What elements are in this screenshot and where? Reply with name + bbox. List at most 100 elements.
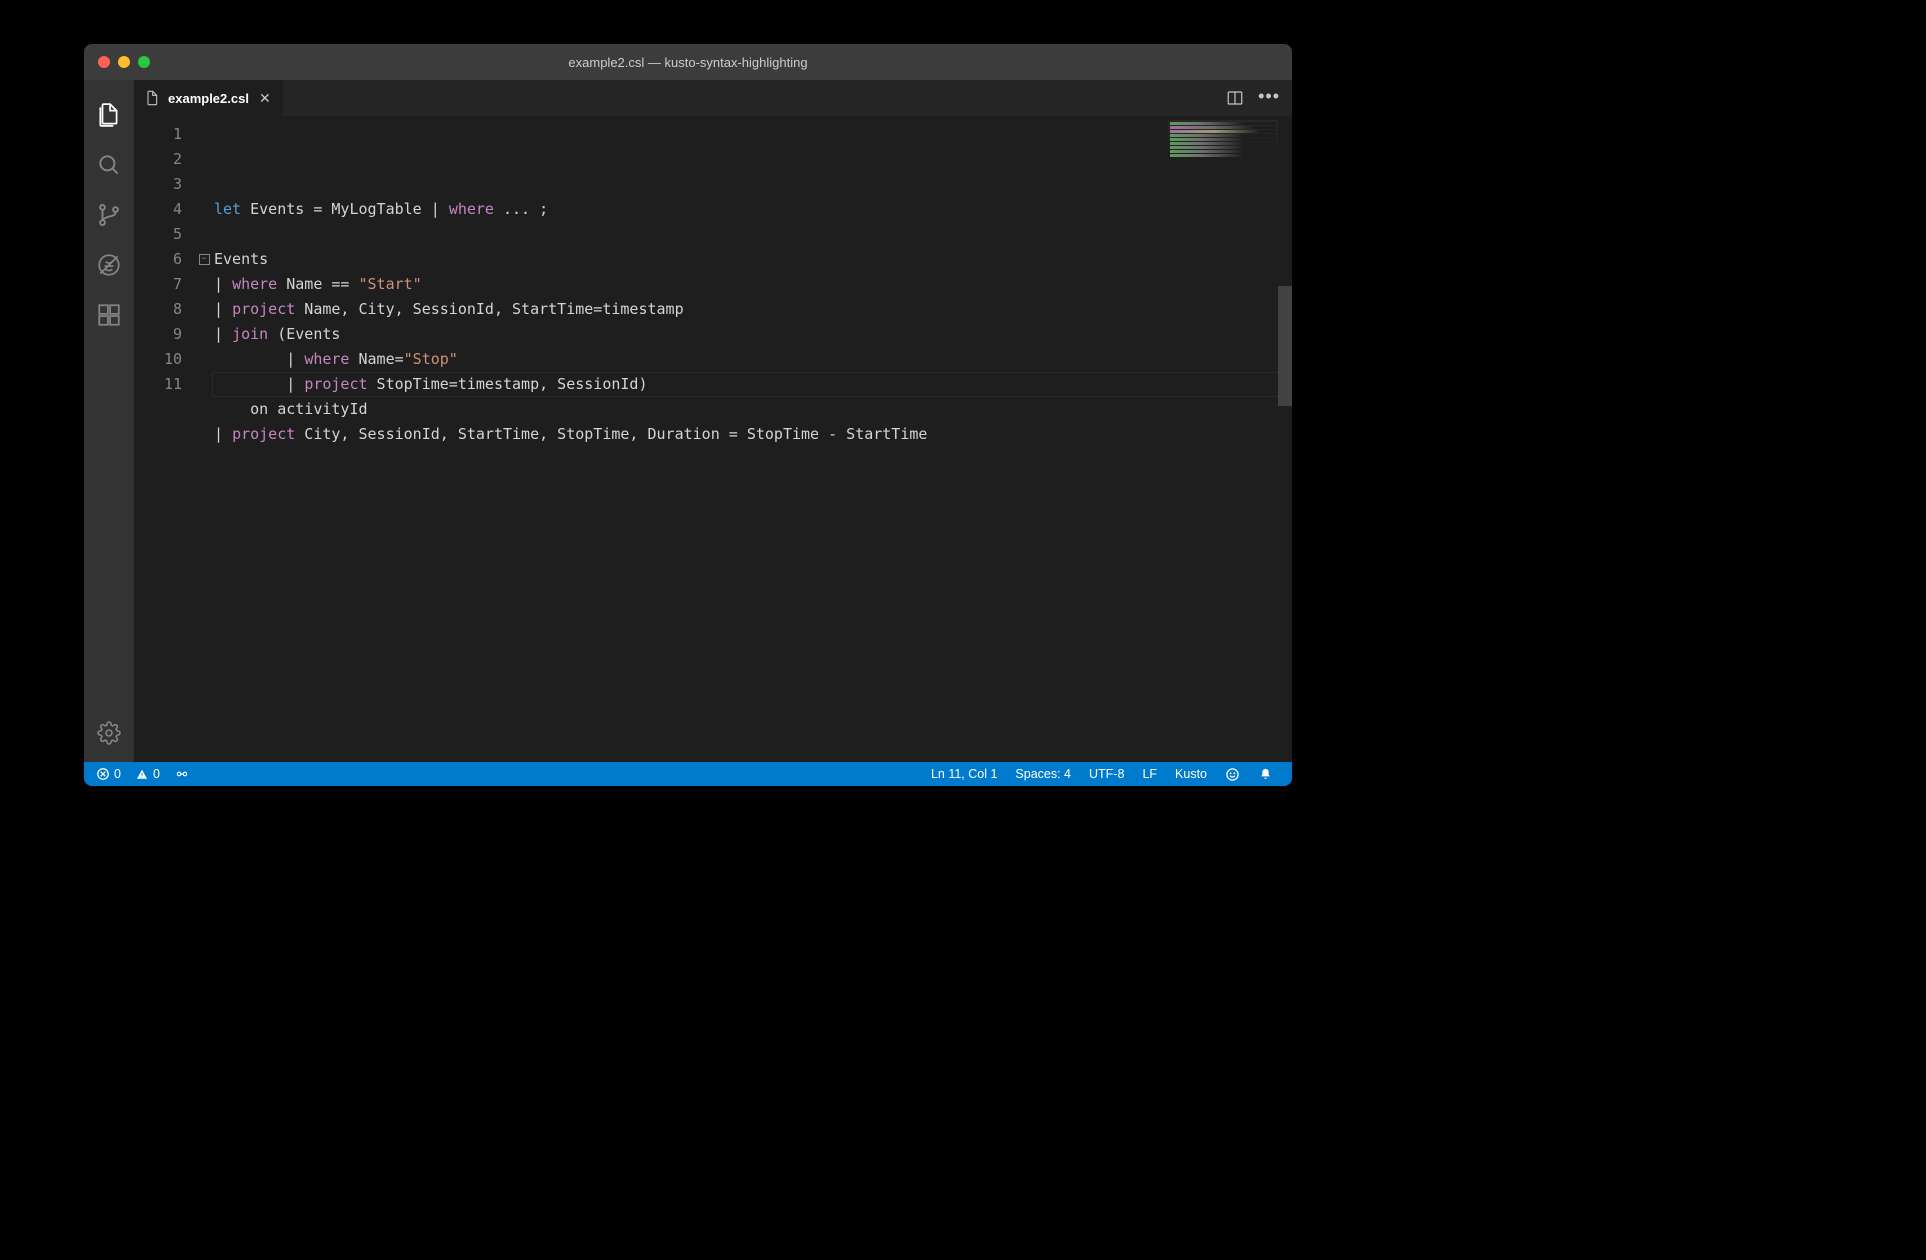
status-bar: 0 0 Ln 11, Col 1 Spaces: 4 UTF-8 LF Kust… [84,762,1292,786]
titlebar: example2.csl — kusto-syntax-highlighting [84,44,1292,80]
token: == [331,275,358,293]
fold-toggle[interactable]: − [199,254,210,265]
debug-tab[interactable] [84,240,134,290]
git-branch-icon [96,202,122,228]
extensions-tab[interactable] [84,290,134,340]
line-number: 11 [134,372,182,397]
window-close-button[interactable] [98,56,110,68]
line-number: 10 [134,347,182,372]
code-editor[interactable]: 1234567891011 − let Events = MyLogTable … [134,116,1292,762]
token: project [232,300,295,318]
token: where [304,350,349,368]
code-line[interactable]: let Events = MyLogTable | where ... ; [214,197,1292,222]
token: | [214,275,232,293]
tab-close-button[interactable]: ✕ [257,90,273,107]
gear-icon [97,721,121,745]
token: join [232,325,268,343]
settings-button[interactable] [84,708,134,758]
code-line[interactable]: | project Name, City, SessionId, StartTi… [214,297,1292,322]
encoding-label: UTF-8 [1089,767,1124,781]
traffic-lights [84,56,150,68]
token: "Start" [359,275,422,293]
fold-slot [196,372,212,397]
feedback-button[interactable] [1216,767,1249,782]
eol[interactable]: LF [1133,767,1166,781]
split-horizontal-icon [1226,89,1244,107]
status-live-share[interactable] [170,767,194,781]
code-line[interactable]: | project StopTime=timestamp, SessionId) [214,372,1292,397]
token: ... ; [494,200,548,218]
token: StopTime=timestamp, SessionId) [368,375,648,393]
fold-slot [196,322,212,347]
code-line[interactable]: Events [214,247,1292,272]
token: | [214,375,304,393]
problems-errors[interactable]: 0 [92,767,125,781]
token: project [304,375,367,393]
code-line[interactable]: | where Name="Stop" [214,347,1292,372]
vertical-scrollbar[interactable] [1278,116,1292,762]
code-content[interactable]: let Events = MyLogTable | where ... ; Eve… [212,116,1292,762]
indentation[interactable]: Spaces: 4 [1006,767,1080,781]
line-number: 5 [134,222,182,247]
token: where [232,275,277,293]
editor-actions: ••• [1214,80,1292,116]
language-mode[interactable]: Kusto [1166,767,1216,781]
cursor-position[interactable]: Ln 11, Col 1 [922,767,1006,781]
problems-warnings[interactable]: 0 [131,767,164,781]
bell-icon [1258,767,1273,782]
indentation-label: Spaces: 4 [1015,767,1071,781]
error-icon [96,767,110,781]
fold-slot: − [196,247,212,272]
line-number: 2 [134,147,182,172]
token: Name= [349,350,403,368]
code-line[interactable]: | where Name == "Start" [214,272,1292,297]
line-number: 3 [134,172,182,197]
language-label: Kusto [1175,767,1207,781]
window-title: example2.csl — kusto-syntax-highlighting [84,55,1292,70]
code-line[interactable]: on activityId [214,397,1292,422]
cursor-position-label: Ln 11, Col 1 [931,767,997,781]
code-line[interactable]: | join (Events [214,322,1292,347]
code-line[interactable] [214,447,1292,472]
token: = MyLogTable [313,200,430,218]
line-number: 7 [134,272,182,297]
search-tab[interactable] [84,140,134,190]
smiley-icon [1225,767,1240,782]
token: Events [214,250,268,268]
split-editor-button[interactable] [1226,89,1244,107]
error-count: 0 [114,767,121,781]
tab-example2[interactable]: example2.csl ✕ [134,80,284,116]
fold-slot [196,197,212,222]
live-share-icon [174,767,190,781]
extensions-icon [96,302,122,328]
fold-slot [196,172,212,197]
minimap[interactable] [1168,120,1278,158]
token: | [214,425,232,443]
line-number: 1 [134,122,182,147]
token: where [449,200,494,218]
notifications-button[interactable] [1249,767,1282,782]
line-number: 8 [134,297,182,322]
warning-icon [135,767,149,781]
fold-slot [196,122,212,147]
code-line[interactable]: | project City, SessionId, StartTime, St… [214,422,1292,447]
scrollbar-thumb[interactable] [1278,286,1292,406]
search-icon [96,152,122,178]
explorer-tab[interactable] [84,90,134,140]
token: | [214,325,232,343]
encoding[interactable]: UTF-8 [1080,767,1133,781]
window-maximize-button[interactable] [138,56,150,68]
file-icon [144,90,160,106]
editor-group: example2.csl ✕ ••• 1234567891011 − let E… [134,80,1292,762]
window-minimize-button[interactable] [118,56,130,68]
activity-bar [84,80,134,762]
code-line[interactable] [214,222,1292,247]
fold-slot [196,147,212,172]
bug-off-icon [96,252,122,278]
token: "Stop" [404,350,458,368]
tab-bar: example2.csl ✕ ••• [134,80,1292,116]
source-control-tab[interactable] [84,190,134,240]
token: let [214,200,241,218]
line-number: 9 [134,322,182,347]
token: | [431,200,449,218]
